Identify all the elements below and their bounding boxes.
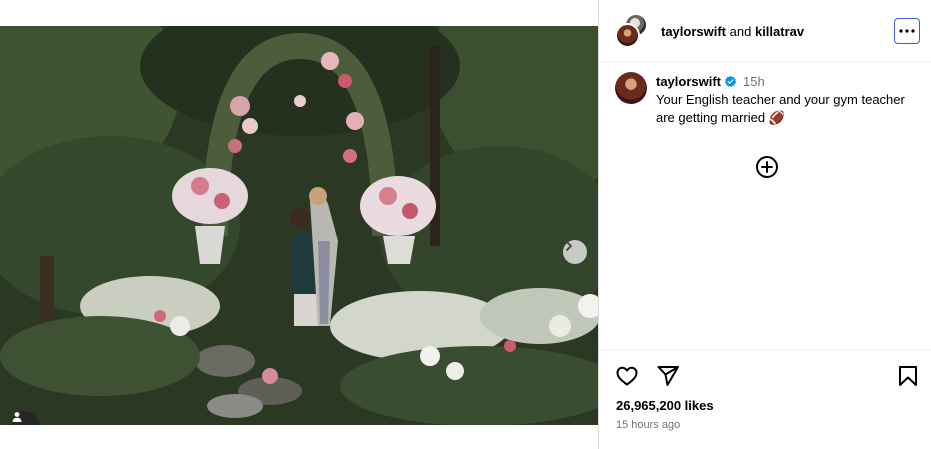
post-timestamp[interactable]: 15 hours ago [616,418,680,432]
heart-icon [616,366,638,386]
collab-usernames: taylorswift and killatrav [661,23,804,41]
next-photo-button[interactable] [563,240,587,264]
header-username-2[interactable]: killatrav [755,24,804,39]
more-options-button[interactable] [894,18,920,44]
share-button[interactable] [656,364,680,393]
instagram-post: taylorswift and killatrav taylorswift 15… [0,0,931,449]
chevron-right-icon [566,241,572,251]
post-details-panel: taylorswift and killatrav taylorswift 15… [598,0,931,449]
collab-avatars[interactable] [615,14,649,48]
post-header: taylorswift and killatrav [599,0,931,62]
header-username-1[interactable]: taylorswift [661,24,726,39]
bookmark-icon [899,366,917,386]
verified-badge-icon [724,75,737,88]
header-joiner: and [729,24,752,39]
avatar-taylorswift [615,23,640,48]
more-options-icon [899,29,915,33]
user-tag-icon [12,412,22,422]
save-button[interactable] [896,364,920,393]
caption-body: taylorswift 15h Your English teacher and… [656,73,916,127]
like-count[interactable]: 26,965,200 likes [616,398,714,414]
post-photo[interactable] [0,26,598,425]
garden-proposal-photo [0,26,598,425]
caption-age[interactable]: 15h [743,74,765,89]
caption-username[interactable]: taylorswift [656,74,721,89]
load-more-comments-button[interactable] [755,155,779,179]
caption-text: Your English teacher and your gym teache… [656,92,905,125]
like-button[interactable] [615,364,639,393]
plus-circle-icon [756,156,778,178]
caption-avatar[interactable] [615,72,647,104]
actions-divider [599,349,931,350]
send-icon [657,366,679,386]
